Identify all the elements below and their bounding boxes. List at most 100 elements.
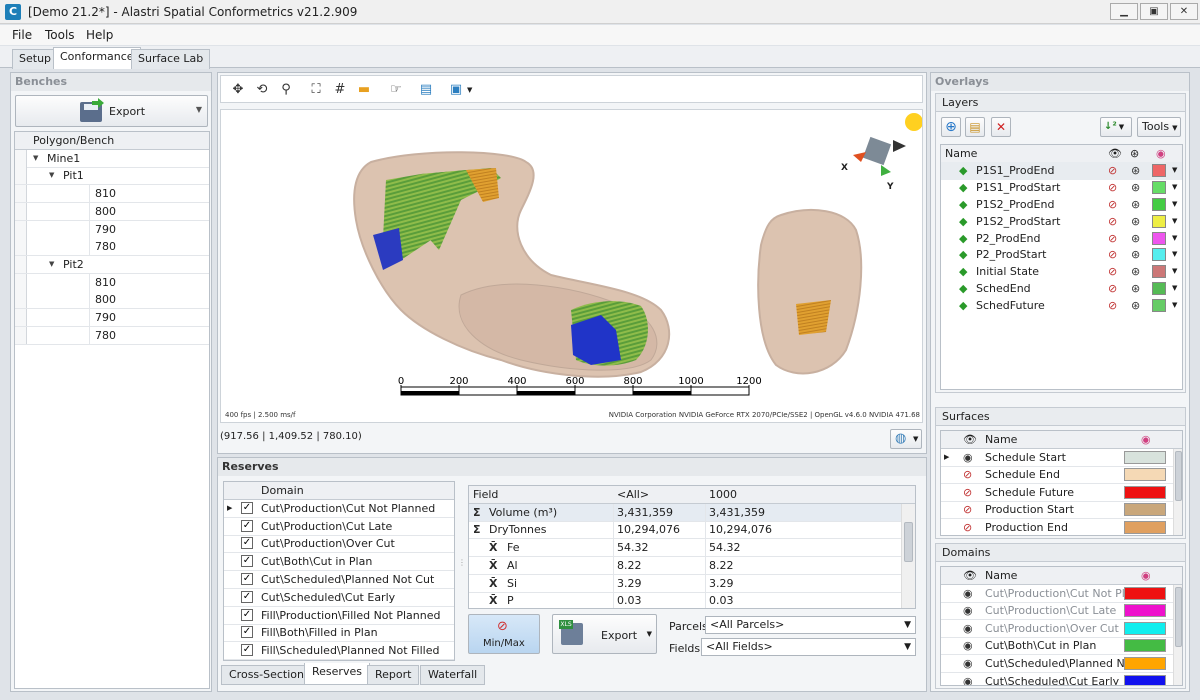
expand-toggle-icon[interactable]: ▼ [49, 167, 54, 184]
splitter-grip[interactable]: ⋮ [458, 558, 466, 567]
hidden-eye-icon[interactable]: ⊘ [1108, 179, 1117, 196]
image-icon[interactable]: ▣ [447, 82, 465, 98]
hidden-eye-icon[interactable]: ⊘ [963, 501, 972, 518]
tree-node[interactable]: 790 [15, 309, 209, 327]
wireframe-toggle-icon[interactable]: ⊛ [1131, 162, 1140, 179]
hidden-eye-icon[interactable]: ⊘ [1108, 213, 1117, 230]
globe-dropdown-button[interactable]: ◍ ▼ [890, 429, 922, 449]
rotate-icon[interactable]: ⟲ [253, 82, 271, 98]
zoom-icon[interactable]: ⚲ [277, 82, 295, 98]
domain-color-swatch[interactable] [1124, 604, 1166, 618]
layer-color-swatch[interactable] [1152, 197, 1166, 211]
field-row[interactable]: X̄ Si 3.29 3.29 [469, 574, 901, 593]
wireframe-toggle-icon[interactable]: ⊛ [1131, 213, 1140, 230]
domain-overlay-row[interactable]: ◉ Cut\Production\Over Cut [941, 620, 1173, 638]
scrollbar-thumb[interactable] [904, 522, 913, 562]
layer-color-swatch[interactable] [1152, 180, 1166, 194]
tree-node[interactable]: 800 [15, 202, 209, 221]
expand-toggle-icon[interactable]: ▼ [33, 150, 38, 167]
eye-icon[interactable]: ◉ [963, 620, 973, 637]
domain-checkbox[interactable]: ✓ [241, 501, 253, 514]
hidden-eye-icon[interactable]: ⊘ [1108, 297, 1117, 314]
domain-overlay-row[interactable]: ◉ Cut\Scheduled\Cut Early [941, 673, 1173, 685]
folder-add-icon[interactable]: ▤ [965, 117, 985, 137]
domain-row[interactable]: ▶ ✓ Cut\Production\Cut Not Planned [224, 500, 454, 518]
field-row[interactable]: Σ Volume (m³) 3,431,359 3,431,359 [469, 503, 901, 522]
wireframe-toggle-icon[interactable]: ⊛ [1131, 263, 1140, 280]
domain-checkbox[interactable]: ✓ [241, 590, 253, 603]
layer-color-swatch[interactable] [1152, 282, 1166, 296]
layer-row[interactable]: ◆ Initial State ⊘ ⊛ ▼ [941, 263, 1182, 281]
hidden-eye-icon[interactable]: ⊘ [963, 484, 972, 501]
field-row[interactable]: Σ DryTonnes 10,294,076 10,294,076 [469, 521, 901, 540]
layer-color-swatch[interactable] [1152, 163, 1166, 177]
add-layer-icon[interactable]: ⊕ [941, 117, 961, 137]
domain-row[interactable]: ✓ Cut\Production\Cut Late [224, 518, 454, 536]
layer-row[interactable]: ◆ P2_ProdStart ⊘ ⊛ ▼ [941, 246, 1182, 264]
eye-icon[interactable]: ◉ [963, 449, 973, 466]
3d-viewport[interactable]: 0 200 400 600 800 1000 1200 X Y 400 fps | 2.50… [220, 109, 923, 423]
tree-node[interactable]: 810 [15, 185, 209, 204]
surface-row[interactable]: ⊘ Production Start [941, 501, 1173, 520]
chevron-down-icon[interactable]: ▼ [1172, 297, 1177, 314]
chevron-down-icon[interactable]: ▼ [1172, 280, 1177, 297]
tab-cross-section[interactable]: Cross-Section [221, 665, 312, 685]
surface-color-swatch[interactable] [1124, 521, 1166, 534]
domain-color-swatch[interactable] [1124, 586, 1166, 600]
layer-row[interactable]: ◆ P1S2_ProdEnd ⊘ ⊛ ▼ [941, 196, 1182, 214]
hidden-eye-icon[interactable]: ⊘ [1108, 246, 1117, 263]
hidden-eye-icon[interactable]: ⊘ [1108, 280, 1117, 297]
domain-checkbox[interactable]: ✓ [241, 555, 253, 568]
surface-color-swatch[interactable] [1124, 485, 1166, 499]
menu-help[interactable]: Help [86, 28, 113, 42]
domain-color-swatch[interactable] [1124, 657, 1166, 670]
domain-checkbox[interactable]: ✓ [241, 608, 253, 621]
layer-row[interactable]: ◆ P2_ProdEnd ⊘ ⊛ ▼ [941, 230, 1182, 248]
layer-color-swatch[interactable] [1152, 214, 1166, 228]
chevron-down-icon[interactable]: ▼ [196, 105, 202, 114]
layers-tools-button[interactable]: Tools ▼ [1137, 117, 1181, 137]
chevron-down-icon[interactable]: ▼ [1172, 179, 1177, 196]
domain-checkbox[interactable]: ✓ [241, 644, 253, 657]
layer-row[interactable]: ◆ P1S1_ProdStart ⊘ ⊛ ▼ [941, 179, 1182, 197]
chevron-down-icon[interactable]: ▼ [1172, 162, 1177, 179]
domain-color-swatch[interactable] [1124, 674, 1166, 685]
domain-row[interactable]: ✓ Fill\Scheduled\Planned Not Filled [224, 642, 454, 660]
eye-icon[interactable]: ◉ [963, 602, 973, 619]
chevron-down-icon[interactable]: ▼ [1172, 213, 1177, 230]
domain-row[interactable]: ✓ Cut\Both\Cut in Plan [224, 553, 454, 572]
domain-overlay-row[interactable]: ◉ Cut\Scheduled\Planned Not ... [941, 655, 1173, 673]
ruler-icon[interactable]: ▬ [355, 82, 373, 98]
zoom-extents-icon[interactable]: ⛶ [307, 82, 325, 98]
surface-color-swatch[interactable] [1124, 450, 1166, 464]
wireframe-toggle-icon[interactable]: ⊛ [1131, 280, 1140, 297]
menu-file[interactable]: File [12, 28, 32, 42]
field-row[interactable]: X̄ Al 8.22 8.22 [469, 556, 901, 575]
domain-row[interactable]: ✓ Cut\Scheduled\Planned Not Cut [224, 571, 454, 589]
hidden-eye-icon[interactable]: ⊘ [963, 466, 972, 483]
tree-node[interactable]: 780 [15, 326, 209, 345]
surface-color-swatch[interactable] [1124, 468, 1166, 482]
tab-surface-lab[interactable]: Surface Lab [131, 49, 211, 69]
field-row[interactable]: X̄ Fe 54.32 54.32 [469, 539, 901, 558]
domain-checkbox[interactable]: ✓ [241, 519, 253, 532]
domain-color-swatch[interactable] [1124, 621, 1166, 635]
tab-conformance[interactable]: Conformance [53, 47, 141, 69]
cursor-icon[interactable]: ☞ [387, 82, 405, 98]
tab-report[interactable]: Report [367, 665, 420, 685]
delete-layer-icon[interactable]: ✕ [991, 117, 1011, 137]
surface-row[interactable]: ⊘ Schedule Future [941, 484, 1173, 502]
tree-node[interactable]: 780 [15, 238, 209, 257]
chevron-down-icon[interactable]: ▼ [1172, 196, 1177, 213]
layer-row[interactable]: ◆ SchedEnd ⊘ ⊛ ▼ [941, 280, 1182, 298]
scrollbar-thumb[interactable] [1175, 451, 1182, 501]
wireframe-toggle-icon[interactable]: ⊛ [1131, 246, 1140, 263]
domain-row[interactable]: ✓ Cut\Scheduled\Cut Early [224, 589, 454, 607]
surface-row[interactable]: ▶ ◉ Schedule Start [941, 449, 1173, 467]
wireframe-toggle-icon[interactable]: ⊛ [1131, 230, 1140, 247]
domain-checkbox[interactable]: ✓ [241, 537, 253, 550]
layer-color-swatch[interactable] [1152, 231, 1166, 245]
tree-node[interactable]: 800 [15, 291, 209, 310]
hidden-eye-icon[interactable]: ⊘ [1108, 196, 1117, 213]
wireframe-toggle-icon[interactable]: ⊛ [1131, 297, 1140, 314]
